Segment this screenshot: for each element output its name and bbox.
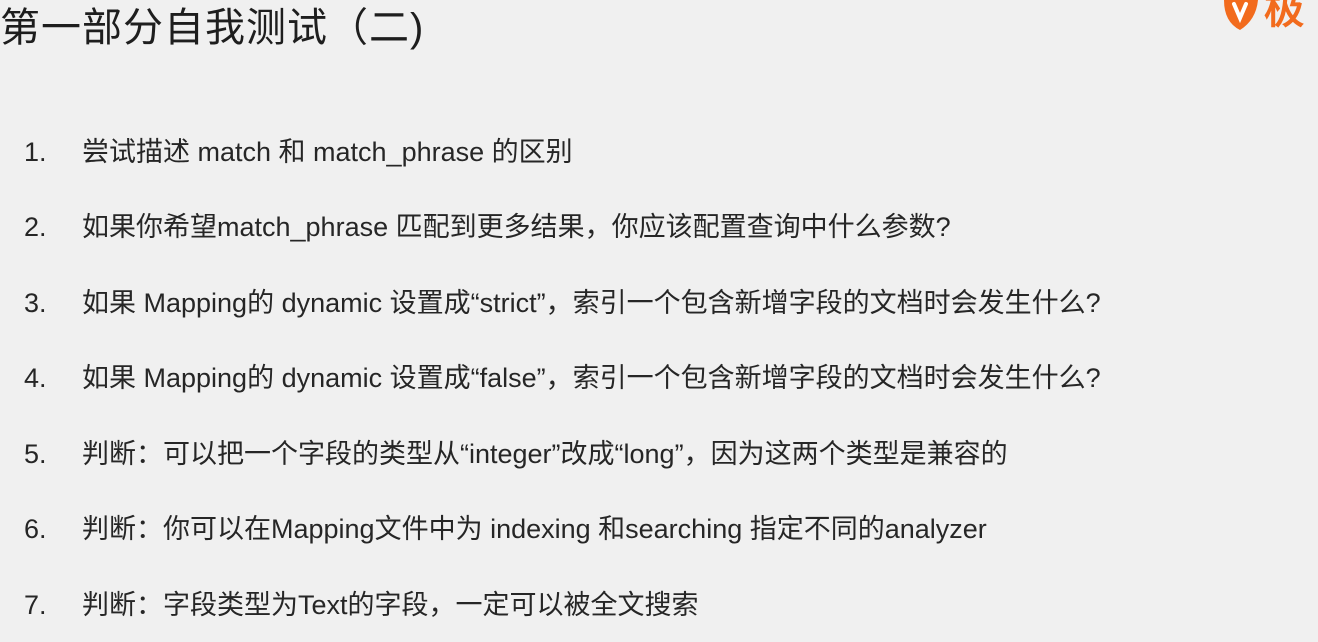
question-item: 5. 判断：可以把一个字段的类型从“integer”改成“long”，因为这两个… — [0, 434, 1318, 474]
question-number: 1. — [24, 137, 47, 167]
question-text: 如果 Mapping的 dynamic 设置成“strict”，索引一个包含新增… — [82, 288, 1101, 318]
question-item: 6. 判断：你可以在Mapping文件中为 indexing 和searchin… — [0, 509, 1318, 549]
question-text: 如果你希望match_phrase 匹配到更多结果，你应该配置查询中什么参数? — [82, 212, 951, 242]
question-item: 1. 尝试描述 match 和 match_phrase 的区别 — [0, 132, 1318, 172]
question-number: 4. — [24, 363, 47, 393]
question-item: 7. 判断：字段类型为Text的字段，一定可以被全文搜索 — [0, 585, 1318, 625]
question-item: 3. 如果 Mapping的 dynamic 设置成“strict”，索引一个包… — [0, 283, 1318, 323]
question-number: 5. — [24, 439, 47, 469]
question-number: 6. — [24, 514, 47, 544]
question-list: 1. 尝试描述 match 和 match_phrase 的区别 2. 如果你希… — [0, 0, 1318, 642]
question-text: 判断：可以把一个字段的类型从“integer”改成“long”，因为这两个类型是… — [82, 439, 1008, 469]
question-item: 2. 如果你希望match_phrase 匹配到更多结果，你应该配置查询中什么参… — [0, 207, 1318, 247]
question-text: 如果 Mapping的 dynamic 设置成“false”，索引一个包含新增字… — [82, 363, 1101, 393]
question-text: 尝试描述 match 和 match_phrase 的区别 — [82, 137, 573, 167]
question-number: 2. — [24, 212, 47, 242]
question-text: 判断：字段类型为Text的字段，一定可以被全文搜索 — [82, 590, 699, 620]
question-text: 判断：你可以在Mapping文件中为 indexing 和searching 指… — [82, 514, 987, 544]
question-number: 3. — [24, 288, 47, 318]
slide: 第一部分自我测试（二) 极 1. 尝试描述 match 和 match_phra… — [0, 0, 1318, 642]
question-number: 7. — [24, 590, 47, 620]
question-item: 4. 如果 Mapping的 dynamic 设置成“false”，索引一个包含… — [0, 358, 1318, 398]
